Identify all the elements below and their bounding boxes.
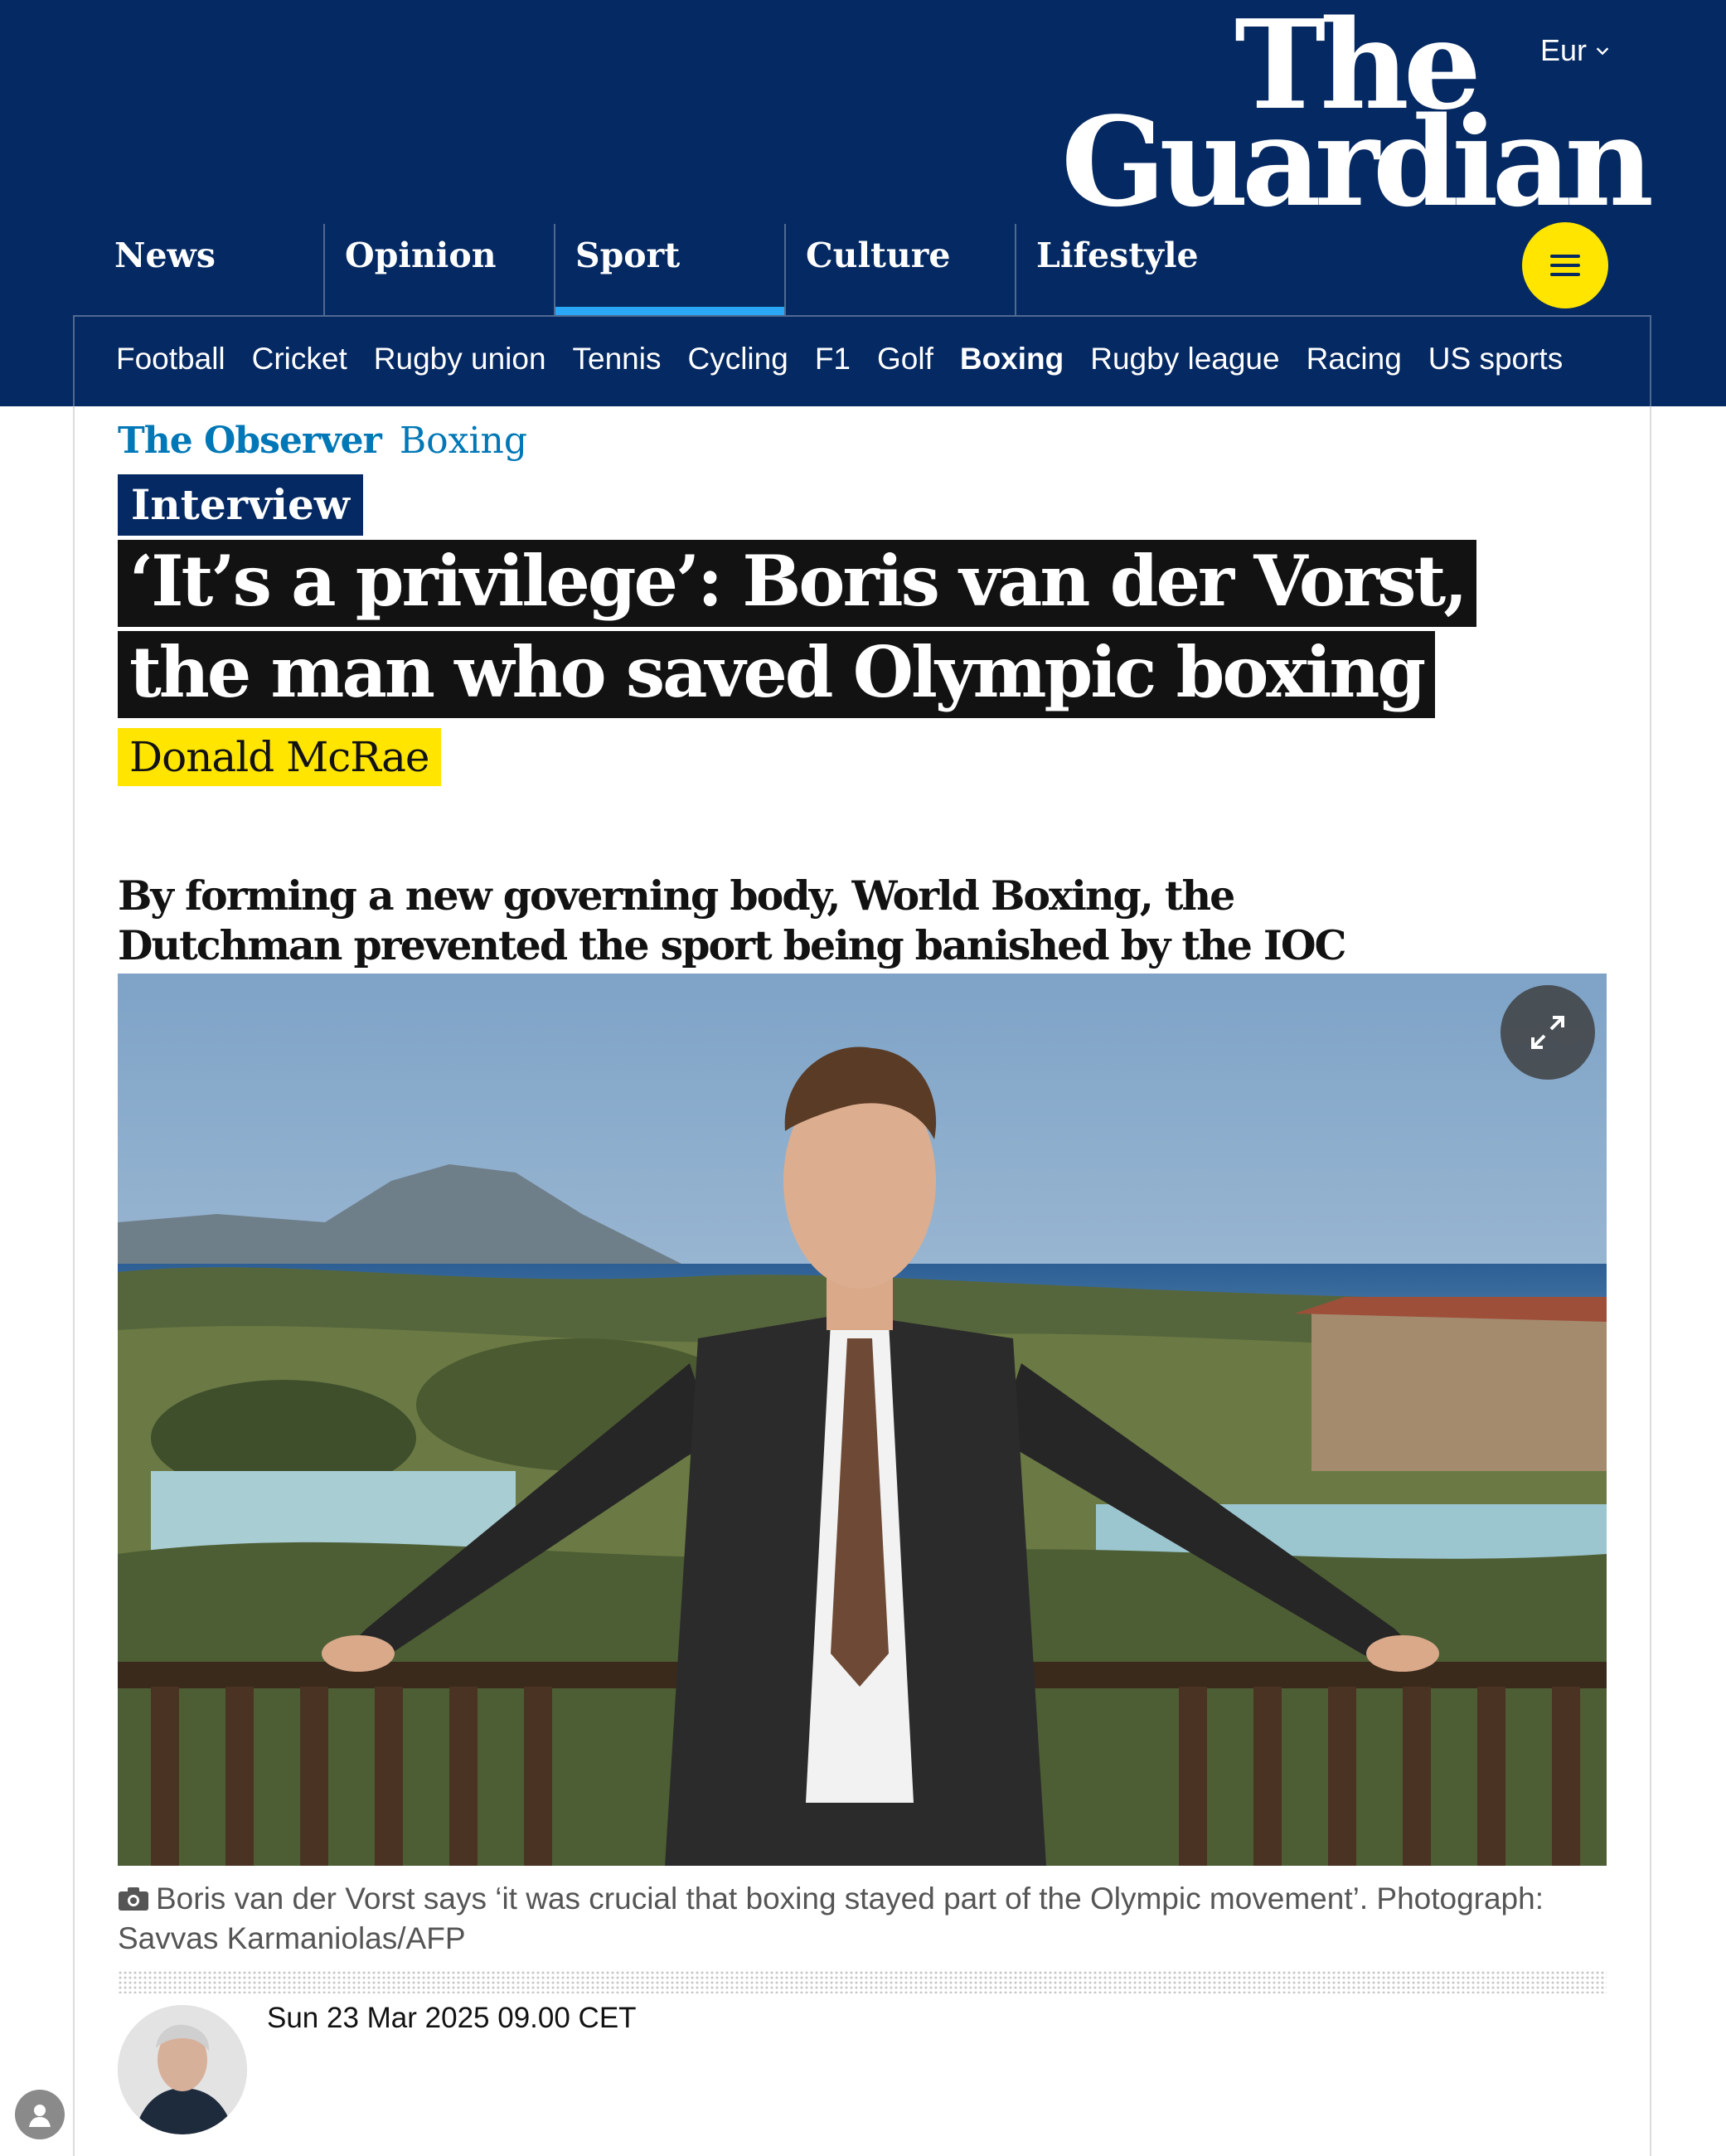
account-button[interactable] [15, 2090, 65, 2139]
menu-button[interactable] [1522, 222, 1608, 308]
byline[interactable]: Donald McRae [118, 728, 441, 786]
camera-icon [119, 1887, 148, 1911]
subnav-rugby-union[interactable]: Rugby union [374, 342, 546, 376]
subnav-rugby-league[interactable]: Rugby league [1090, 342, 1279, 376]
pillar-news[interactable]: News [93, 224, 323, 317]
guardian-logo[interactable]: The Guardian [1061, 3, 1654, 234]
author-photo [118, 2005, 247, 2134]
author-avatar[interactable] [118, 2005, 247, 2134]
sport-subnav: Football Cricket Rugby union Tennis Cycl… [116, 342, 1563, 376]
series-link[interactable]: The Observer [118, 420, 382, 462]
section-link[interactable]: Boxing [400, 420, 527, 462]
subnav-f1[interactable]: F1 [815, 342, 851, 376]
publish-date: Sun 23 Mar 2025 09.00 CET [267, 2002, 637, 2034]
subnav-boxing[interactable]: Boxing [960, 342, 1064, 376]
pillar-nav: News Opinion Sport Culture Lifestyle [93, 224, 1245, 317]
hamburger-icon [1550, 255, 1580, 276]
subnav-golf[interactable]: Golf [877, 342, 933, 376]
subnav-us-sports[interactable]: US sports [1428, 342, 1563, 376]
standfirst: By forming a new governing body, World B… [118, 872, 1347, 969]
article-kicker: The Observer Boxing [118, 420, 527, 462]
subnav-cricket[interactable]: Cricket [252, 342, 347, 376]
article-headline: ‘It’s a privilege’: Boris van der Vorst,… [118, 536, 1527, 718]
photo-image [118, 974, 1607, 1866]
headline-text: ‘It’s a privilege’: Boris van der Vorst,… [118, 540, 1477, 718]
article-tag: Interview [118, 474, 363, 536]
pillar-opinion[interactable]: Opinion [323, 224, 554, 317]
pillar-sport[interactable]: Sport [554, 224, 784, 317]
logo-line-guardian: Guardian [1061, 90, 1654, 234]
expand-image-button[interactable] [1501, 985, 1595, 1080]
pillar-culture[interactable]: Culture [784, 224, 1015, 317]
divider [118, 1970, 1607, 1993]
subnav-football[interactable]: Football [116, 342, 225, 376]
subnav-cycling[interactable]: Cycling [687, 342, 788, 376]
main-photo[interactable] [118, 974, 1607, 1866]
user-icon [29, 2105, 51, 2127]
subnav-racing[interactable]: Racing [1307, 342, 1402, 376]
photo-caption: Boris van der Vorst says ‘it was crucial… [118, 1879, 1610, 1959]
expand-icon [1531, 1016, 1564, 1049]
pillar-lifestyle[interactable]: Lifestyle [1015, 224, 1245, 317]
subnav-tennis[interactable]: Tennis [573, 342, 662, 376]
caption-text: Boris van der Vorst says ‘it was crucial… [118, 1882, 1544, 1955]
